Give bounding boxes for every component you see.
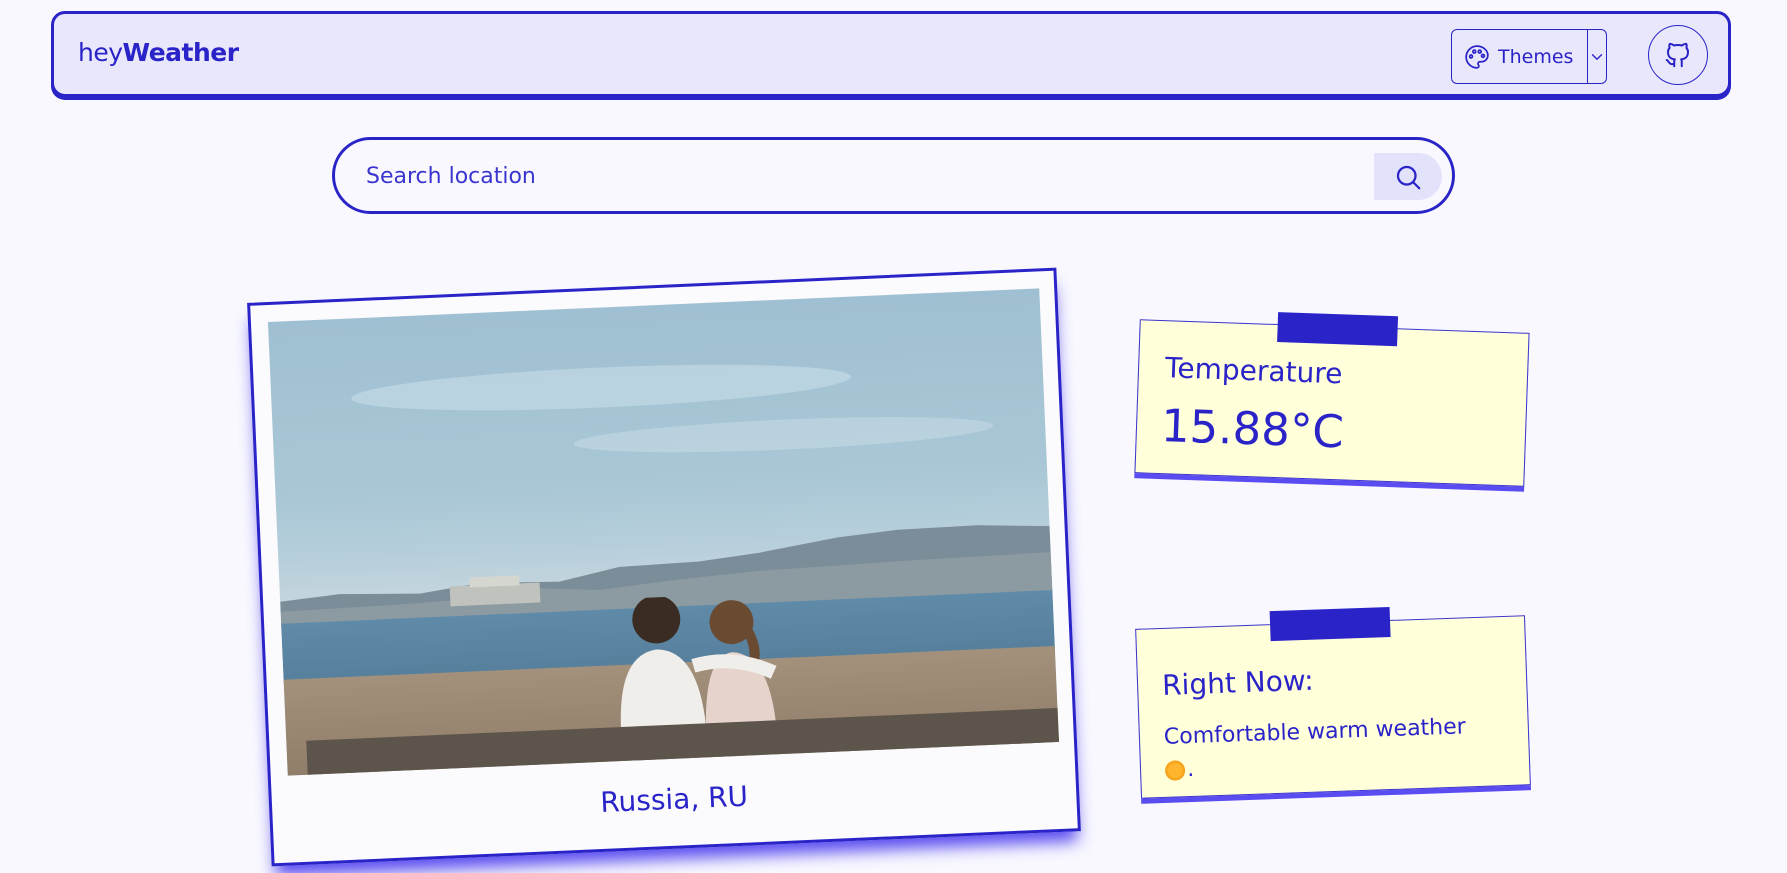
themes-button[interactable]: Themes [1452, 30, 1588, 83]
temperature-label: Temperature [1164, 351, 1343, 391]
temperature-note: Temperature 15.88°C [1134, 312, 1530, 487]
location-photo [267, 288, 1060, 776]
github-button[interactable] [1648, 25, 1708, 85]
chevron-down-icon [1591, 53, 1603, 60]
tape-strip [1269, 606, 1391, 642]
themes-dropdown: Themes [1451, 29, 1607, 84]
search-button[interactable] [1374, 153, 1442, 200]
weather-description-text: Comfortable warm weather [1163, 714, 1467, 750]
right-now-note: Right Now: Comfortable warm weather . [1135, 606, 1531, 799]
navbar: heyWeather Themes [51, 11, 1731, 97]
search-input[interactable] [364, 157, 1328, 195]
search-bar [332, 137, 1455, 214]
palette-icon [1465, 44, 1489, 69]
right-now-label: Right Now: [1161, 663, 1315, 702]
sun-emoji-icon [1164, 760, 1186, 781]
weather-description-trailing: . [1186, 756, 1195, 783]
brand-suffix: Weather [122, 38, 240, 67]
brand-logo[interactable]: heyWeather [78, 38, 239, 67]
search-icon [1396, 165, 1421, 189]
github-icon [1665, 42, 1689, 68]
location-card: Russia, RU [247, 267, 1081, 867]
tape-strip [1277, 312, 1399, 347]
temperature-value: 15.88°C [1160, 399, 1345, 459]
weather-description: Comfortable warm weather . [1163, 709, 1505, 787]
brand-prefix: hey [78, 38, 123, 67]
location-caption: Russia, RU [599, 779, 749, 819]
themes-caret-button[interactable] [1588, 30, 1606, 83]
themes-label: Themes [1498, 45, 1574, 68]
